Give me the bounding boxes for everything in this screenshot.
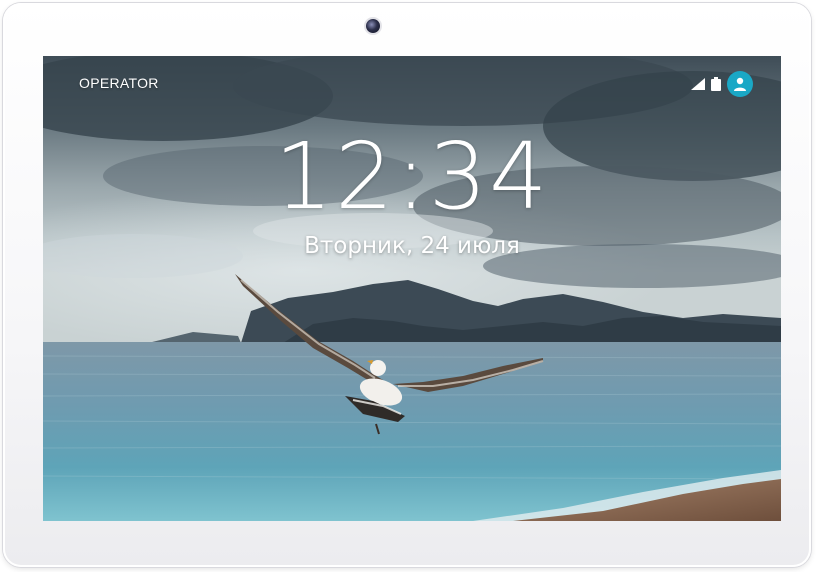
user-avatar-icon[interactable] <box>727 71 753 97</box>
battery-icon <box>711 77 721 91</box>
signal-icon <box>691 78 705 90</box>
tablet-frame: OPERATOR 12:34 Вторник, 24 июля <box>3 3 811 567</box>
status-icons <box>691 71 753 97</box>
lock-screen-clock: 12:34 <box>274 123 550 230</box>
front-camera-icon <box>366 19 380 33</box>
lock-screen-date: Вторник, 24 июля <box>304 233 520 259</box>
lock-screen[interactable]: OPERATOR 12:34 Вторник, 24 июля <box>43 56 781 521</box>
operator-label: OPERATOR <box>79 75 159 91</box>
